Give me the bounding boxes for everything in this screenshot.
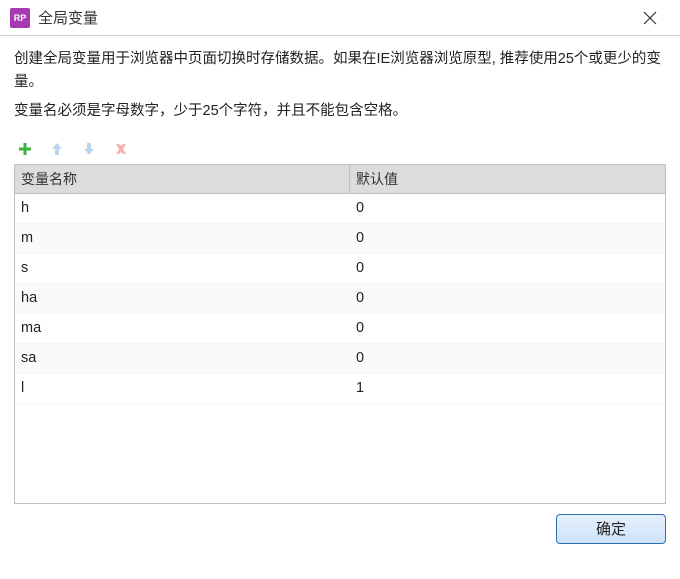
header-default: 默认值 bbox=[350, 165, 665, 193]
variables-table: 变量名称 默认值 h0m0s0ha0ma0sa0l1 bbox=[14, 164, 666, 504]
table-header: 变量名称 默认值 bbox=[15, 165, 665, 194]
move-up-button[interactable] bbox=[48, 140, 66, 158]
titlebar: RP 全局变量 bbox=[0, 0, 680, 36]
table-row[interactable]: s0 bbox=[15, 254, 665, 284]
ok-button[interactable]: 确定 bbox=[556, 514, 666, 544]
move-down-button[interactable] bbox=[80, 140, 98, 158]
table-row[interactable]: l1 bbox=[15, 374, 665, 404]
arrow-down-icon bbox=[82, 142, 96, 156]
add-button[interactable] bbox=[16, 140, 34, 158]
add-icon bbox=[18, 142, 32, 156]
cell-variable-name: s bbox=[15, 258, 350, 278]
cell-variable-name: ma bbox=[15, 318, 350, 338]
cell-default-value: 0 bbox=[350, 258, 665, 278]
cell-default-value: 0 bbox=[350, 198, 665, 218]
footer: 确定 bbox=[0, 504, 680, 554]
app-icon: RP bbox=[10, 8, 30, 28]
ok-button-label: 确定 bbox=[596, 518, 626, 539]
header-name: 变量名称 bbox=[15, 165, 350, 193]
cell-variable-name: l bbox=[15, 378, 350, 398]
cell-variable-name: ha bbox=[15, 288, 350, 308]
close-icon bbox=[643, 11, 657, 25]
cell-default-value: 0 bbox=[350, 318, 665, 338]
table-body: h0m0s0ha0ma0sa0l1 bbox=[15, 194, 665, 404]
arrow-up-icon bbox=[50, 142, 64, 156]
table-row[interactable]: m0 bbox=[15, 224, 665, 254]
cell-variable-name: m bbox=[15, 228, 350, 248]
description-line2: 变量名必须是字母数字，少于25个字符，并且不能包含空格。 bbox=[14, 100, 666, 123]
cell-default-value: 0 bbox=[350, 228, 665, 248]
description-line1: 创建全局变量用于浏览器中页面切换时存储数据。如果在IE浏览器浏览原型, 推荐使用… bbox=[14, 48, 666, 94]
cell-default-value: 1 bbox=[350, 378, 665, 398]
app-icon-text: RP bbox=[14, 13, 27, 23]
table-row[interactable]: ha0 bbox=[15, 284, 665, 314]
table-row[interactable]: sa0 bbox=[15, 344, 665, 374]
cell-default-value: 0 bbox=[350, 288, 665, 308]
delete-button[interactable] bbox=[112, 140, 130, 158]
table-row[interactable]: ma0 bbox=[15, 314, 665, 344]
delete-icon bbox=[114, 142, 128, 156]
toolbar bbox=[14, 130, 666, 164]
window-title: 全局变量 bbox=[38, 7, 630, 28]
cell-variable-name: sa bbox=[15, 348, 350, 368]
cell-default-value: 0 bbox=[350, 348, 665, 368]
table-row[interactable]: h0 bbox=[15, 194, 665, 224]
close-button[interactable] bbox=[630, 3, 670, 33]
cell-variable-name: h bbox=[15, 198, 350, 218]
content-area: 创建全局变量用于浏览器中页面切换时存储数据。如果在IE浏览器浏览原型, 推荐使用… bbox=[0, 36, 680, 504]
